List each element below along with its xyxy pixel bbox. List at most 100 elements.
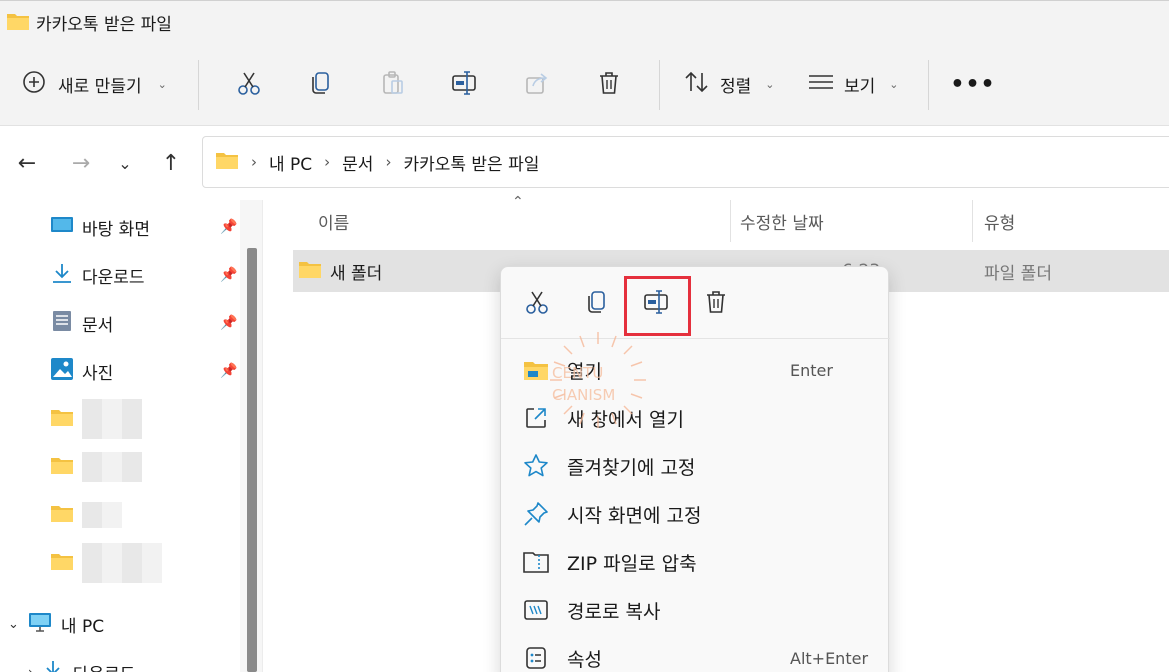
menu-item-copy-path[interactable]: 경로로 복사: [501, 586, 890, 634]
column-header-type[interactable]: 유형: [984, 200, 1015, 242]
menu-item-pin-quick-access[interactable]: 즐겨찾기에 고정: [501, 442, 890, 490]
pane-divider[interactable]: [262, 200, 263, 672]
paste-button[interactable]: [357, 65, 429, 105]
recent-locations-button[interactable]: ⌄: [110, 148, 140, 178]
trash-icon: [703, 289, 729, 319]
menu-item-label: 속성: [567, 648, 602, 671]
column-header-label: 유형: [984, 213, 1016, 234]
view-label: 보기: [844, 77, 876, 97]
sidebar-item-this-pc[interactable]: ⌄ 내 PC: [8, 608, 104, 640]
breadcrumb-documents[interactable]: 문서: [342, 150, 373, 175]
sidebar-item-label: 문서: [82, 315, 114, 336]
file-type-cell: 파일 폴더: [984, 250, 1052, 292]
pin-icon[interactable]: 📌: [220, 363, 237, 379]
menu-item-shortcut: Alt+Enter: [790, 648, 869, 668]
sort-button[interactable]: 정렬 ⌄: [674, 65, 794, 105]
sidebar-item-pictures[interactable]: 사진: [50, 355, 113, 387]
file-name-cell[interactable]: 새 폴더: [298, 250, 382, 292]
file-type: 파일 폴더: [984, 263, 1052, 284]
sidebar-item-blurred[interactable]: [50, 543, 162, 583]
pin-icon[interactable]: 📌: [220, 315, 237, 331]
arrow-right-icon: →: [71, 150, 91, 176]
context-cut-button[interactable]: [522, 289, 552, 319]
folder-icon: [298, 259, 322, 284]
breadcrumb-separator: ›: [251, 153, 257, 171]
sort-ascending-icon: ⌃: [512, 194, 524, 210]
context-copy-button[interactable]: [582, 289, 612, 319]
window-title: 카카오톡 받은 파일: [36, 15, 172, 35]
folder-icon: [50, 551, 74, 576]
breadcrumb-this-pc[interactable]: 내 PC: [269, 150, 312, 175]
sidebar-item-blurred[interactable]: [50, 451, 142, 483]
share-button[interactable]: [501, 65, 573, 105]
breadcrumb-current-folder[interactable]: 카카오톡 받은 파일: [403, 150, 539, 175]
breadcrumb-separator: ›: [385, 153, 392, 171]
column-header-name[interactable]: 이름: [318, 200, 349, 242]
chevron-right-icon: ›: [28, 665, 33, 672]
address-bar[interactable]: › 내 PC › 문서 › 카카오톡 받은 파일: [202, 136, 1169, 188]
cut-button[interactable]: [213, 65, 285, 105]
star-icon: [523, 453, 549, 479]
scissors-icon: [524, 289, 550, 319]
sort-icon: [684, 70, 710, 99]
download-icon: [50, 262, 74, 289]
sidebar-item-label: 내 PC: [60, 616, 105, 637]
forward-button[interactable]: →: [66, 148, 96, 178]
blurred-label: [82, 543, 162, 583]
sidebar-item-downloads[interactable]: › 다운로드: [28, 656, 135, 672]
up-button[interactable]: ↑: [156, 148, 186, 178]
column-header-modified[interactable]: 수정한 날짜: [740, 200, 824, 242]
watermark-line: CIANISM: [552, 386, 616, 404]
context-menu: 열기 Enter 새 창에서 열기 즐겨찾기에 고정 시작 화면에 고정 ZIP…: [500, 266, 890, 672]
view-list-icon: [808, 72, 834, 97]
share-icon: [524, 70, 550, 100]
chevron-down-icon: ⌄: [157, 78, 167, 91]
breadcrumb-separator: ›: [324, 153, 331, 171]
context-delete-button[interactable]: [701, 289, 731, 319]
menu-item-properties[interactable]: 속성 Alt+Enter: [501, 634, 890, 672]
pin-icon[interactable]: 📌: [220, 267, 237, 283]
menu-item-label: ZIP 파일로 압축: [567, 552, 697, 575]
sidebar-item-blurred[interactable]: [50, 499, 122, 531]
computer-icon: [27, 611, 53, 638]
copy-icon: [584, 289, 610, 319]
rename-highlight-box: [624, 276, 691, 336]
chevron-down-icon: ⌄: [8, 616, 19, 632]
menu-item-pin-start[interactable]: 시작 화면에 고정: [501, 490, 890, 538]
rename-button[interactable]: [429, 65, 501, 105]
toolbar-divider: [659, 59, 660, 110]
new-button[interactable]: 새로 만들기 ⌄: [22, 65, 184, 105]
rename-icon: [451, 70, 479, 100]
external-window-icon: [523, 405, 549, 431]
toolbar-divider: [928, 59, 929, 110]
copy-button[interactable]: [285, 65, 357, 105]
context-menu-quick-actions: [501, 267, 890, 339]
delete-button[interactable]: [573, 65, 645, 105]
chevron-down-icon: ⌄: [118, 153, 132, 173]
view-button[interactable]: 보기 ⌄: [794, 65, 914, 105]
more-options-button[interactable]: •••: [943, 65, 1003, 105]
blurred-label: [82, 452, 142, 482]
blurred-label: [82, 502, 122, 528]
menu-item-label: 경로로 복사: [567, 600, 661, 623]
chevron-down-icon: ⌄: [765, 78, 775, 91]
toolbar-divider: [198, 59, 199, 110]
folder-icon: [6, 11, 30, 35]
menu-item-shortcut: Enter: [790, 360, 833, 380]
menu-item-compress-zip[interactable]: ZIP 파일로 압축: [501, 538, 890, 586]
pin-icon[interactable]: 📌: [220, 219, 237, 235]
zip-icon: [523, 549, 549, 575]
sidebar-item-blurred[interactable]: [50, 399, 142, 439]
back-button[interactable]: ←: [12, 148, 42, 178]
folder-icon: [215, 150, 239, 175]
sidebar-item-desktop[interactable]: 바탕 화면: [50, 211, 150, 243]
new-button-label: 새로 만들기: [58, 77, 142, 97]
column-divider[interactable]: [972, 200, 973, 242]
blurred-label: [82, 399, 142, 439]
trash-icon: [596, 70, 622, 100]
column-header-label: 이름: [318, 213, 350, 234]
sidebar-item-documents[interactable]: 문서: [50, 307, 113, 339]
sidebar-scrollbar-thumb[interactable]: [247, 248, 257, 672]
sidebar-item-downloads[interactable]: 다운로드: [50, 259, 145, 291]
column-divider[interactable]: [730, 200, 731, 242]
